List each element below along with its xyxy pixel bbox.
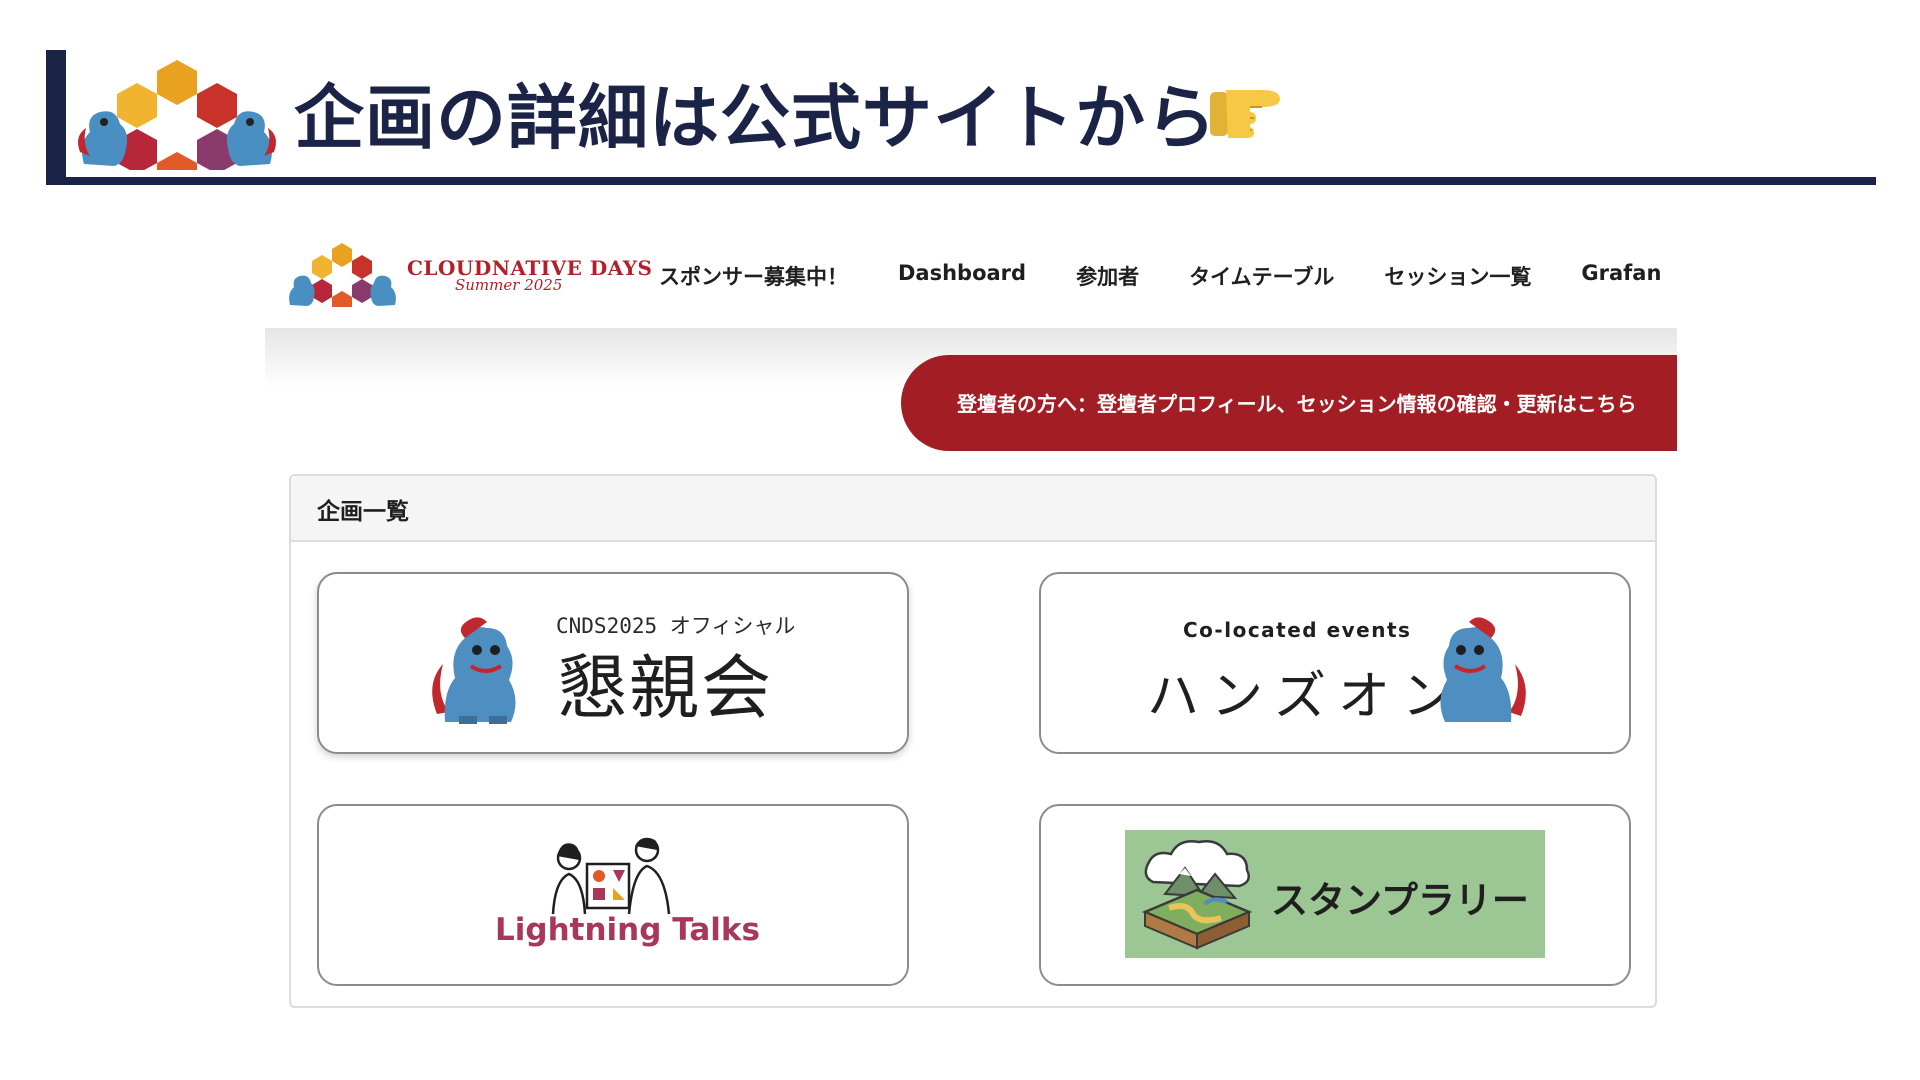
panel-title: 企画一覧 xyxy=(291,476,1655,542)
nav-item-sponsor[interactable]: スポンサー募集中！ xyxy=(659,261,848,291)
events-panel: 企画一覧 CNDS2025 オフィシャル 懇親会 Co-located even… xyxy=(289,474,1657,1008)
shisa-icon xyxy=(432,617,516,724)
slide-title-underline xyxy=(46,177,1876,185)
nav-menu: スポンサー募集中！ Dashboard 参加者 タイムテーブル セッション一覧 … xyxy=(659,261,1677,291)
site-brand[interactable]: CLOUDNATIVE DAYS Summer 2025 xyxy=(407,256,652,294)
stamp-rally-banner: スタンプラリー xyxy=(1125,830,1545,958)
site-logo-icon[interactable] xyxy=(285,241,400,307)
card-konshinkai[interactable]: CNDS2025 オフィシャル 懇親会 xyxy=(317,572,909,754)
site-navbar: CLOUDNATIVE DAYS Summer 2025 スポンサー募集中！ D… xyxy=(265,216,1677,328)
card-lightning-talks[interactable]: Lightning Talks xyxy=(317,804,909,986)
backhand-index-pointing-right-icon xyxy=(1210,90,1280,138)
nav-item-timetable[interactable]: タイムテーブル xyxy=(1189,261,1334,291)
konshinkai-title: 懇親会 xyxy=(557,647,773,729)
card-stamp-rally[interactable]: スタンプラリー xyxy=(1039,804,1631,986)
handson-subtitle: Co-located events xyxy=(1183,618,1412,642)
presenters-illustration-icon xyxy=(551,837,671,915)
slide-title: 企画の詳細は公式サイトから xyxy=(294,77,1217,159)
handson-title: ハンズオン xyxy=(1147,667,1466,727)
nav-item-attendees[interactable]: 参加者 xyxy=(1076,261,1139,291)
cloudnative-days-shisa-logo xyxy=(78,60,276,170)
stamp-rally-label: スタンプラリー xyxy=(1271,879,1529,922)
island-map-icon xyxy=(1141,840,1253,950)
speaker-notice-banner[interactable]: 登壇者の方へ：登壇者プロフィール、セッション情報の確認・更新はこちら xyxy=(901,355,1677,451)
slide-accent-bar xyxy=(46,50,66,184)
nav-item-sessions[interactable]: セッション一覧 xyxy=(1384,261,1531,291)
nav-item-dashboard[interactable]: Dashboard xyxy=(898,261,1026,291)
website-screenshot: CLOUDNATIVE DAYS Summer 2025 スポンサー募集中！ D… xyxy=(265,216,1677,1016)
nav-item-grafana[interactable]: Grafan xyxy=(1581,261,1661,291)
lightning-talks-label: Lightning Talks xyxy=(495,912,760,948)
card-handson[interactable]: Co-located events ハンズオン xyxy=(1039,572,1631,754)
shisa-icon xyxy=(1440,617,1526,722)
